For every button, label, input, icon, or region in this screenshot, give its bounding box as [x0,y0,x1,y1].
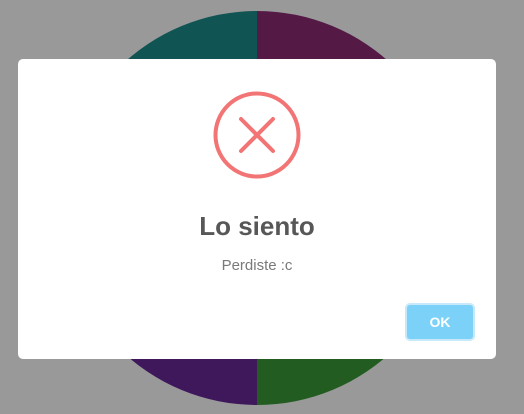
dialog-title: Lo siento [199,211,315,241]
error-x-icon [213,91,301,179]
ok-button[interactable]: OK [405,303,475,341]
alert-dialog: Lo siento Perdiste :c OK [18,59,496,359]
dialog-message: Perdiste :c [221,257,293,274]
